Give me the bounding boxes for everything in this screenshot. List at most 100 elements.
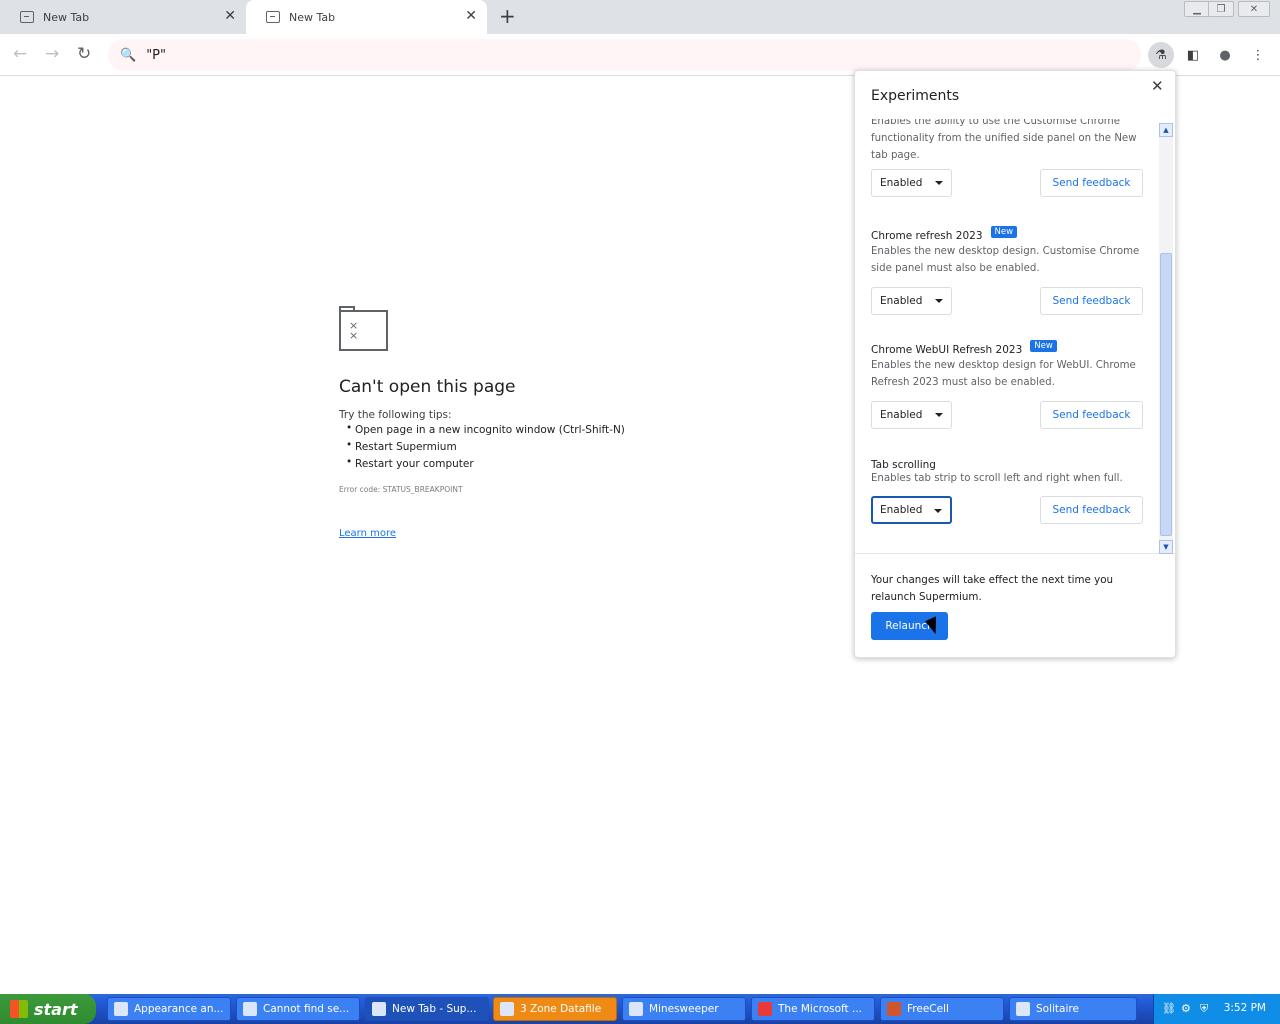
taskbar-item[interactable]: Cannot find se...: [236, 997, 360, 1021]
taskbar-item-label: Cannot find se...: [263, 1003, 350, 1015]
back-arrow-icon[interactable]: ←: [13, 44, 27, 64]
taskbar-item[interactable]: The Microsoft ...: [751, 997, 875, 1021]
omnibox-value[interactable]: "P": [146, 48, 166, 63]
taskbar-item-label: FreeCell: [907, 1003, 949, 1015]
settings-icon[interactable]: ⚙: [1181, 1002, 1195, 1016]
search-icon: 🔍: [120, 47, 137, 63]
new-badge: New: [1030, 340, 1057, 352]
system-tray: ⛓ ⚙ ⛨ 3:52 PM: [1153, 994, 1280, 1024]
taskbar-item-label: New Tab - Sup...: [392, 1003, 477, 1015]
send-feedback-button[interactable]: Send feedback: [1040, 401, 1143, 429]
tab-new-tab-2[interactable]: New Tab ✕: [246, 0, 487, 34]
taskbar-item-label: Minesweeper: [649, 1003, 719, 1015]
flag-name: Chrome refresh 2023: [871, 230, 983, 242]
scrollbar[interactable]: ▲ ▼: [1159, 123, 1173, 554]
menu-kebab-icon[interactable]: ⋮: [1245, 42, 1271, 68]
taskbar-item-label: 3 Zone Datafile: [520, 1003, 602, 1015]
taskbar-item[interactable]: FreeCell: [880, 997, 1004, 1021]
forward-arrow-icon[interactable]: →: [45, 44, 59, 64]
scrollbar-thumb[interactable]: [1160, 253, 1172, 536]
taskbar-item[interactable]: Minesweeper: [622, 997, 746, 1021]
clock[interactable]: 3:52 PM: [1224, 1002, 1266, 1014]
tips-heading: Try the following tips:: [339, 409, 452, 421]
flag-description: Enables the ability to use the Customise…: [871, 119, 1137, 161]
taskbar-item[interactable]: New Tab - Sup...: [365, 997, 489, 1021]
tab-new-tab-1[interactable]: New Tab ✕: [0, 0, 246, 34]
taskbar-item-label: The Microsoft ...: [778, 1003, 862, 1015]
window-group-icon: [500, 1002, 514, 1016]
flag-select-value: Enabled: [880, 504, 923, 516]
taskbar-item[interactable]: Appearance an...: [107, 997, 231, 1021]
labs-flask-icon[interactable]: ⚗: [1148, 42, 1174, 68]
flag-select-value: Enabled: [880, 409, 923, 421]
new-tab-plus-icon[interactable]: +: [499, 5, 516, 27]
shield-icon[interactable]: ⛨: [1200, 1002, 1214, 1016]
send-feedback-button[interactable]: Send feedback: [1040, 169, 1143, 197]
start-label: start: [34, 999, 78, 1019]
scroll-down-icon[interactable]: ▼: [1159, 540, 1173, 554]
sad-folder-icon: × ×: [339, 306, 388, 351]
close-tab-icon[interactable]: ✕: [465, 9, 477, 23]
learn-more-link[interactable]: Learn more: [339, 528, 396, 539]
flag-tab-scrolling: Tab scrolling Enables tab strip to scrol…: [871, 458, 1156, 524]
flags-list: Enables the ability to use the Customise…: [855, 119, 1175, 554]
freecell-icon: [887, 1002, 901, 1016]
network-icon[interactable]: ⛓: [1162, 1002, 1176, 1016]
taskbar-item-label: Appearance an...: [134, 1003, 224, 1015]
flag-description: Enables tab strip to scroll left and rig…: [871, 473, 1123, 484]
tab-strip: New Tab ✕ New Tab ✕ + ▁ ❐ ✕: [0, 0, 1280, 34]
list-item: Open page in a new incognito window (Ctr…: [346, 422, 679, 441]
hearts-icon: [758, 1002, 772, 1016]
close-icon[interactable]: ✕: [1151, 77, 1164, 95]
experiments-panel: Experiments ✕ Enables the ability to use…: [854, 70, 1176, 658]
browser-icon: [372, 1002, 386, 1016]
send-feedback-button[interactable]: Send feedback: [1040, 287, 1143, 315]
start-button[interactable]: start: [0, 994, 96, 1024]
error-code: Error code: STATUS_BREAKPOINT: [339, 485, 463, 494]
taskbar: start Appearance an... Cannot find se...…: [0, 994, 1280, 1024]
sad-tab-icon: [20, 11, 34, 23]
flag-customise-chrome: Enables the ability to use the Customise…: [871, 119, 1156, 197]
sad-tab-icon: [266, 11, 280, 23]
taskbar-item[interactable]: 3 Zone Datafile: [493, 997, 617, 1021]
flag-chrome-refresh-2023: Chrome refresh 2023 New Enables the new d…: [871, 226, 1156, 315]
caret-down-icon: [935, 181, 943, 185]
list-item: Restart Supermium: [346, 439, 679, 458]
flag-name: Tab scrolling: [871, 459, 936, 471]
flag-select[interactable]: Enabled: [871, 169, 952, 197]
flag-select[interactable]: Enabled: [871, 287, 952, 315]
error-page: × × Can't open this page Try the followi…: [339, 306, 679, 539]
minesweeper-icon: [629, 1002, 643, 1016]
close-tab-icon[interactable]: ✕: [224, 9, 236, 23]
flag-select[interactable]: Enabled: [871, 496, 952, 524]
scroll-up-icon[interactable]: ▲: [1159, 123, 1173, 137]
minimize-icon[interactable]: ▁: [1184, 1, 1210, 17]
flag-chrome-webui-refresh-2023: Chrome WebUI Refresh 2023 New Enables the…: [871, 340, 1156, 429]
profile-avatar-icon[interactable]: ●: [1212, 42, 1238, 68]
flag-select-value: Enabled: [880, 177, 923, 189]
caret-down-icon: [935, 299, 943, 303]
explorer-icon: [243, 1002, 257, 1016]
close-window-icon[interactable]: ✕: [1238, 1, 1270, 17]
flag-description: Enables the new desktop design for WebUI…: [871, 360, 1136, 388]
error-title: Can't open this page: [339, 377, 516, 397]
taskbar-item-label: Solitaire: [1036, 1003, 1079, 1015]
send-feedback-button[interactable]: Send feedback: [1040, 496, 1143, 524]
control-panel-icon: [114, 1002, 128, 1016]
new-badge: New: [990, 226, 1018, 238]
windows-logo-icon: [10, 1000, 28, 1018]
panel-title: Experiments: [871, 88, 960, 104]
list-item: Restart your computer: [346, 456, 679, 475]
restore-icon[interactable]: ❐: [1208, 1, 1234, 17]
tab-title: New Tab: [43, 10, 90, 24]
caret-down-icon: [934, 509, 942, 513]
reload-icon[interactable]: ↻: [77, 44, 91, 64]
taskbar-item[interactable]: Solitaire: [1009, 997, 1137, 1021]
flag-name: Chrome WebUI Refresh 2023: [871, 344, 1023, 356]
omnibox[interactable]: 🔍 "P": [108, 39, 1141, 71]
tips-list: Open page in a new incognito window (Ctr…: [346, 422, 679, 475]
side-panel-icon[interactable]: ◧: [1180, 42, 1206, 68]
caret-down-icon: [935, 413, 943, 417]
tab-title: New Tab: [289, 10, 336, 24]
flag-select[interactable]: Enabled: [871, 401, 952, 429]
